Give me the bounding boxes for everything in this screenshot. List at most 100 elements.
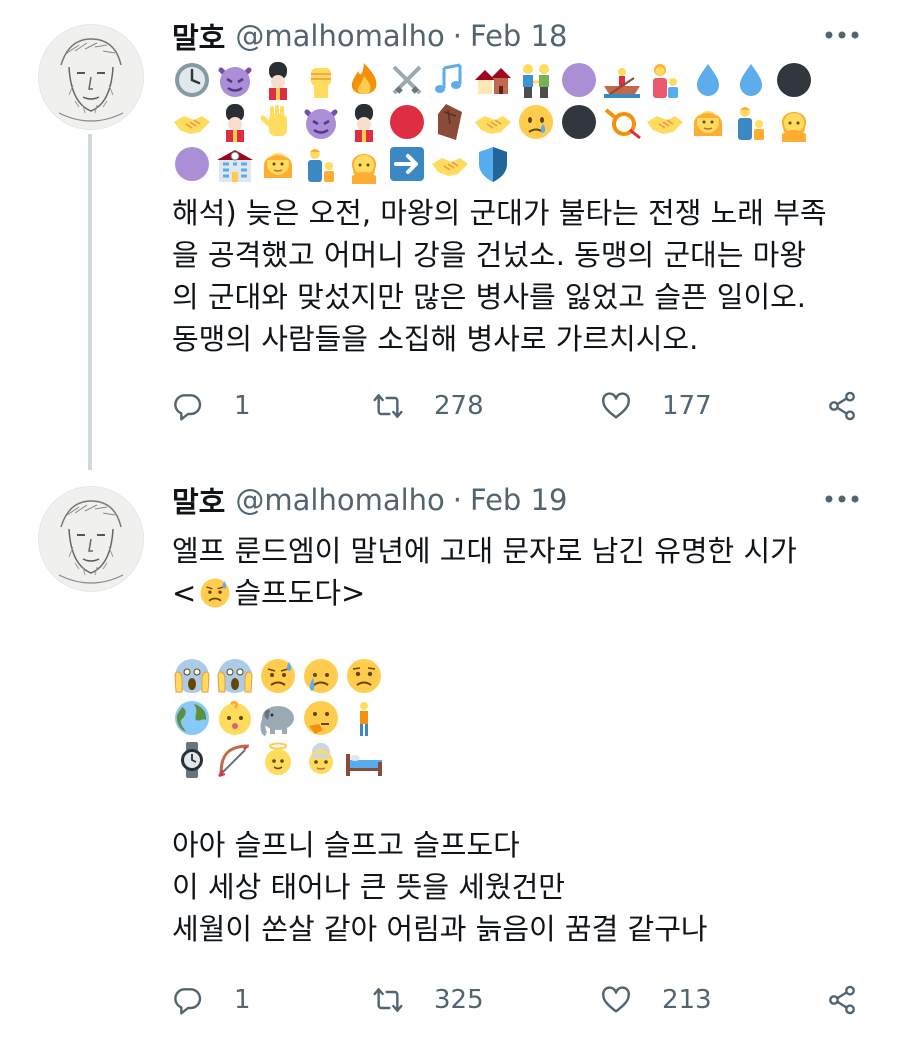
share-icon bbox=[829, 391, 855, 421]
screaming-face-emoji bbox=[215, 656, 255, 696]
family-father-child-emoji bbox=[301, 144, 341, 184]
child-emoji bbox=[774, 102, 814, 142]
thinking-face-emoji bbox=[301, 698, 341, 738]
old-woman-emoji bbox=[301, 740, 341, 780]
droplet-emoji bbox=[731, 60, 771, 100]
purple-devil-emoji bbox=[301, 102, 341, 142]
crying-face-emoji bbox=[516, 102, 556, 142]
emoji-row bbox=[172, 656, 387, 696]
tweet-header: 말호 @malhomalho · Feb 18 bbox=[172, 14, 567, 58]
share-button[interactable] bbox=[826, 980, 858, 1020]
child-emoji bbox=[344, 144, 384, 184]
emoji-row bbox=[172, 144, 817, 184]
school-building-emoji bbox=[215, 144, 255, 184]
family-mother-child-emoji bbox=[645, 60, 685, 100]
tweet[interactable]: 말호 @malhomalho · Feb 18 해석) 늦은 오전, 마왕의 군… bbox=[0, 0, 900, 470]
black-circle-emoji bbox=[774, 60, 814, 100]
crying-sweat-face-emoji bbox=[301, 656, 341, 696]
reply-icon bbox=[174, 394, 202, 421]
display-name[interactable]: 말호 bbox=[172, 479, 225, 521]
retweet-button[interactable]: 278 bbox=[372, 386, 484, 426]
elephant-emoji bbox=[258, 698, 298, 738]
reply-button[interactable]: 1 bbox=[172, 386, 251, 426]
thread-connector-line bbox=[88, 134, 92, 470]
men-holding-hands-emoji bbox=[516, 60, 556, 100]
reply-count: 1 bbox=[234, 391, 251, 421]
tweet-actions: 1 325 213 bbox=[172, 980, 872, 1020]
music-notes-emoji bbox=[430, 60, 470, 100]
handshake-emoji bbox=[645, 102, 685, 142]
bow-and-arrow-emoji bbox=[215, 740, 255, 780]
more-icon bbox=[825, 495, 859, 503]
like-button[interactable]: 177 bbox=[600, 386, 712, 426]
emoji-row bbox=[172, 698, 387, 738]
screaming-face-emoji bbox=[172, 656, 212, 696]
sad-face-emoji bbox=[344, 656, 384, 696]
baby-angel-emoji bbox=[258, 740, 298, 780]
user-handle[interactable]: @malhomalho bbox=[235, 483, 444, 517]
tweet-text-title: < 슬프도다> bbox=[172, 572, 872, 614]
fire-emoji bbox=[344, 60, 384, 100]
bed-emoji bbox=[344, 740, 384, 780]
avatar[interactable] bbox=[38, 486, 144, 592]
handshake-emoji bbox=[473, 102, 513, 142]
share-button[interactable] bbox=[826, 386, 858, 426]
separator-dot: · bbox=[452, 19, 462, 53]
coffin-emoji bbox=[430, 102, 470, 142]
crossed-swords-emoji bbox=[387, 60, 427, 100]
avatar[interactable] bbox=[38, 24, 144, 130]
reply-icon bbox=[174, 988, 202, 1015]
tweet-date[interactable]: Feb 19 bbox=[470, 483, 567, 517]
droplet-emoji bbox=[688, 60, 728, 100]
rowing-boat-emoji bbox=[602, 60, 642, 100]
title-text: 슬프도다> bbox=[234, 576, 366, 610]
more-options-button[interactable] bbox=[822, 484, 862, 514]
heart-icon bbox=[602, 392, 630, 419]
red-circle-emoji bbox=[387, 102, 427, 142]
tweet-header: 말호 @malhomalho · Feb 19 bbox=[172, 478, 567, 522]
display-name[interactable]: 말호 bbox=[172, 15, 225, 57]
purple-circle-emoji bbox=[172, 144, 212, 184]
poem-text: 아아 슬프니 슬프고 슬프도다 이 세상 태어나 큰 뜻을 세웠건만 세월이 쏜… bbox=[172, 828, 708, 946]
more-options-button[interactable] bbox=[822, 20, 862, 50]
royal-guard-emoji bbox=[215, 102, 255, 142]
black-circle-emoji bbox=[559, 102, 599, 142]
sad-sweat-face-emoji bbox=[198, 576, 232, 610]
tweet[interactable]: 말호 @malhomalho · Feb 19 엘프 룬드엠이 말년에 고대 문… bbox=[0, 470, 900, 1048]
like-count: 177 bbox=[662, 391, 712, 421]
right-arrow-emoji bbox=[387, 144, 427, 184]
royal-guard-emoji bbox=[344, 102, 384, 142]
reply-button[interactable]: 1 bbox=[172, 980, 251, 1020]
handshake-emoji bbox=[172, 102, 212, 142]
standing-person-emoji bbox=[344, 698, 384, 738]
retweet-icon bbox=[373, 988, 403, 1012]
family-father-child-emoji bbox=[731, 102, 771, 142]
user-handle[interactable]: @malhomalho bbox=[235, 19, 444, 53]
share-icon bbox=[829, 985, 855, 1015]
like-button[interactable]: 213 bbox=[600, 980, 712, 1020]
title-open-bracket: < bbox=[172, 576, 197, 610]
tweet-actions: 1 278 177 bbox=[172, 386, 872, 426]
heart-icon bbox=[602, 986, 630, 1013]
separator-dot: · bbox=[452, 483, 462, 517]
houses-emoji bbox=[473, 60, 513, 100]
tweet-date[interactable]: Feb 18 bbox=[470, 19, 567, 53]
retweet-count: 278 bbox=[434, 391, 484, 421]
tweet-text: 해석) 늦은 오전, 마왕의 군대가 불타는 전쟁 노래 부족 을 공격했고 어… bbox=[172, 196, 827, 356]
retweet-icon bbox=[373, 394, 403, 418]
royal-guard-emoji bbox=[258, 60, 298, 100]
watch-emoji bbox=[172, 740, 212, 780]
emoji-row bbox=[172, 60, 817, 100]
like-count: 213 bbox=[662, 985, 712, 1015]
emoji-grid bbox=[172, 60, 817, 186]
raised-fist-emoji bbox=[301, 60, 341, 100]
raised-hand-emoji bbox=[258, 102, 298, 142]
purple-circle-emoji bbox=[559, 60, 599, 100]
retweet-button[interactable]: 325 bbox=[372, 980, 484, 1020]
retweet-count: 325 bbox=[434, 985, 484, 1015]
emoji-row bbox=[172, 740, 387, 780]
emoji-row bbox=[172, 102, 817, 142]
baby-emoji bbox=[215, 698, 255, 738]
woman-emoji bbox=[258, 144, 298, 184]
sad-sweat-face-emoji bbox=[258, 656, 298, 696]
